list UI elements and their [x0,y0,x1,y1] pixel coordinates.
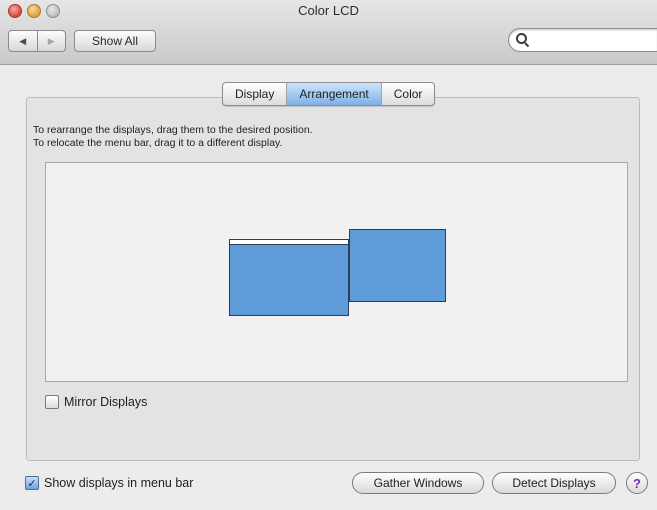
secondary-display[interactable] [349,229,446,302]
show-in-menu-bar-option[interactable]: ✓ Show displays in menu bar [25,476,193,490]
system-preferences-window: Color LCD ◀ ▶ Show All Display Arrangeme… [0,0,657,510]
mirror-displays-option[interactable]: Mirror Displays [45,395,147,409]
instruction-menu-bar: To relocate the menu bar, drag it to a d… [33,137,283,149]
search-input[interactable] [532,32,656,48]
forward-arrow-icon: ▶ [47,35,55,46]
checkmark-icon: ✓ [27,477,37,490]
help-button[interactable]: ? [626,472,648,494]
show-in-menu-bar-label: Show displays in menu bar [44,476,194,490]
help-icon: ? [633,475,641,491]
primary-display[interactable] [229,244,349,316]
forward-button[interactable]: ▶ [36,31,66,51]
mirror-displays-checkbox[interactable] [45,395,59,409]
display-arrangement-area[interactable] [45,162,628,382]
instruction-rearrange: To rearrange the displays, drag them to … [33,124,313,136]
search-icon [516,33,530,48]
tab-color[interactable]: Color [380,83,435,105]
mirror-displays-label: Mirror Displays [64,395,148,409]
search-field[interactable] [508,28,657,52]
tab-arrangement[interactable]: Arrangement [286,83,381,105]
back-arrow-icon: ◀ [19,35,27,46]
arrangement-instructions: To rearrange the displays, drag them to … [33,124,313,150]
tab-bar: Display Arrangement Color [222,82,436,106]
detect-displays-button[interactable]: Detect Displays [492,472,616,494]
show-in-menu-bar-checkbox[interactable]: ✓ [25,476,39,490]
toolbar: Color LCD ◀ ▶ Show All [0,0,657,65]
gather-windows-button[interactable]: Gather Windows [352,472,484,494]
navigation-buttons: ◀ ▶ [8,30,66,52]
back-button[interactable]: ◀ [9,31,37,51]
tab-display[interactable]: Display [223,83,286,105]
window-title: Color LCD [298,3,359,18]
show-all-button[interactable]: Show All [74,30,156,52]
